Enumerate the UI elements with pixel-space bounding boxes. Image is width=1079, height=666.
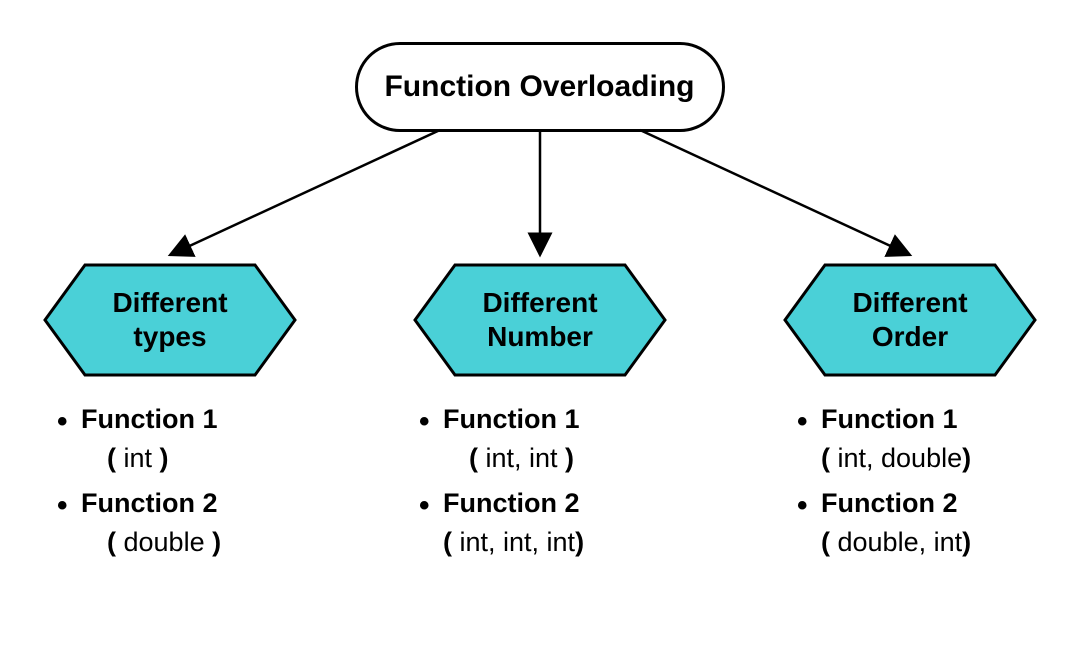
- fn-name: Function 2: [821, 488, 958, 518]
- paren-close: ): [962, 443, 971, 473]
- hex-label-number-l2: Number: [487, 320, 593, 354]
- fn-name: Function 1: [81, 404, 218, 434]
- hex-label-order-l2: Order: [872, 320, 948, 354]
- hex-label-number: Different Number: [410, 260, 670, 380]
- paren-close: ): [205, 527, 222, 557]
- paren-close: ): [152, 443, 169, 473]
- fn-sig: ( int, double): [821, 439, 1079, 478]
- fn-name: Function 1: [821, 404, 958, 434]
- paren-open: (: [107, 443, 124, 473]
- details-types: Function 1 ( int ) Function 2 ( double ): [55, 400, 355, 569]
- params: double, int: [838, 527, 963, 557]
- fn-sig: ( int ): [81, 439, 355, 478]
- hex-label-order: Different Order: [780, 260, 1040, 380]
- root-title: Function Overloading: [384, 70, 694, 104]
- list-item: Function 2 ( int, int, int): [417, 484, 737, 562]
- paren-open: (: [469, 443, 486, 473]
- paren-open: (: [443, 527, 460, 557]
- paren-open: (: [821, 527, 838, 557]
- fn-name: Function 2: [81, 488, 218, 518]
- list-item: Function 1 ( int, int ): [417, 400, 737, 478]
- hex-label-order-l1: Different: [852, 286, 967, 320]
- fn-sig: ( int, int, int): [443, 523, 737, 562]
- fn-name: Function 1: [443, 404, 580, 434]
- fn-sig: ( int, int ): [443, 439, 737, 478]
- hex-number: Different Number: [410, 260, 670, 380]
- hex-types: Different types: [40, 260, 300, 380]
- list-item: Function 2 ( double, int): [795, 484, 1079, 562]
- list-item: Function 2 ( double ): [55, 484, 355, 562]
- paren-open: (: [821, 443, 838, 473]
- paren-open: (: [107, 527, 124, 557]
- params: int, int, int: [460, 527, 576, 557]
- paren-close: ): [962, 527, 971, 557]
- params: int, int: [486, 443, 558, 473]
- hex-label-types-l1: Different: [112, 286, 227, 320]
- hex-order: Different Order: [780, 260, 1040, 380]
- hex-label-types-l2: types: [133, 320, 206, 354]
- fn-sig: ( double, int): [821, 523, 1079, 562]
- details-number: Function 1 ( int, int ) Function 2 ( int…: [417, 400, 737, 569]
- details-order: Function 1 ( int, double) Function 2 ( d…: [795, 400, 1079, 569]
- list-item: Function 1 ( int, double): [795, 400, 1079, 478]
- params: int, double: [838, 443, 963, 473]
- paren-close: ): [558, 443, 575, 473]
- params: double: [124, 527, 205, 557]
- hex-label-number-l1: Different: [482, 286, 597, 320]
- fn-sig: ( double ): [81, 523, 355, 562]
- hex-label-types: Different types: [40, 260, 300, 380]
- root-node: Function Overloading: [355, 42, 725, 132]
- fn-name: Function 2: [443, 488, 580, 518]
- params: int: [124, 443, 153, 473]
- list-item: Function 1 ( int ): [55, 400, 355, 478]
- paren-close: ): [575, 527, 584, 557]
